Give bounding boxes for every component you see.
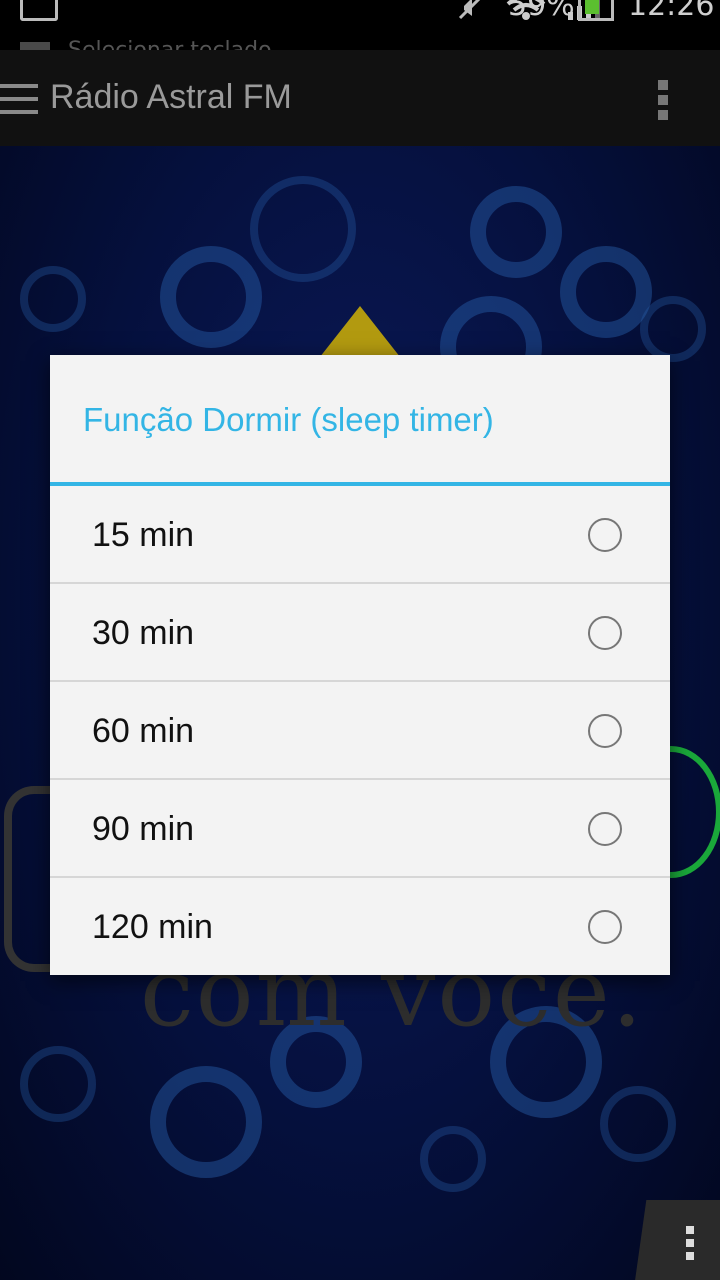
option-label: 15 min <box>92 516 195 554</box>
decorative-ring <box>420 1126 486 1192</box>
dialog-title: Função Dormir (sleep timer) <box>83 401 494 438</box>
radio-button[interactable] <box>588 518 622 552</box>
hamburger-menu-icon[interactable] <box>0 84 38 114</box>
screen: 59% 12:26 Selecionar teclado Rádio Astra… <box>0 0 720 1280</box>
option-90-min[interactable]: 90 min <box>50 780 670 878</box>
radio-button[interactable] <box>588 910 622 944</box>
battery-percent: 59% <box>508 0 575 23</box>
status-clock: 12:26 <box>628 0 715 23</box>
action-bar: Rádio Astral FM <box>0 50 720 146</box>
option-label: 60 min <box>92 712 195 750</box>
option-label: 90 min <box>92 810 195 848</box>
radio-button[interactable] <box>588 714 622 748</box>
app-title: Rádio Astral FM <box>50 78 292 116</box>
radio-button[interactable] <box>588 812 622 846</box>
decorative-ring <box>600 1086 676 1162</box>
option-30-min[interactable]: 30 min <box>50 584 670 682</box>
corner-panel <box>633 1200 720 1280</box>
radio-button[interactable] <box>588 616 622 650</box>
option-60-min[interactable]: 60 min <box>50 682 670 780</box>
option-label: 120 min <box>92 908 213 946</box>
battery-charging-icon <box>578 0 614 21</box>
decorative-ring <box>640 296 706 362</box>
sleep-timer-dialog: Função Dormir (sleep timer) 15 min 30 mi… <box>50 355 670 975</box>
option-120-min[interactable]: 120 min <box>50 878 670 974</box>
decorative-ring <box>20 266 86 332</box>
decorative-ring <box>20 1046 96 1122</box>
option-label: 30 min <box>92 614 195 652</box>
status-bar: 59% 12:26 Selecionar teclado <box>0 0 720 50</box>
decorative-ring <box>150 1066 262 1178</box>
keyboard-notification-icon <box>20 42 50 50</box>
option-15-min[interactable]: 15 min <box>50 486 670 584</box>
bottom-overflow-icon[interactable] <box>686 1226 696 1266</box>
sleep-timer-options: 15 min 30 min 60 min 90 min 120 min <box>50 486 670 974</box>
mute-icon <box>458 0 481 20</box>
decorative-ring <box>160 246 262 348</box>
decorative-ring <box>250 176 356 282</box>
decorative-ring <box>560 246 652 338</box>
decorative-ring <box>470 186 562 278</box>
overflow-menu-icon[interactable] <box>658 80 670 120</box>
notification-text: Selecionar teclado <box>68 40 368 50</box>
gallery-notification-icon <box>20 0 58 21</box>
